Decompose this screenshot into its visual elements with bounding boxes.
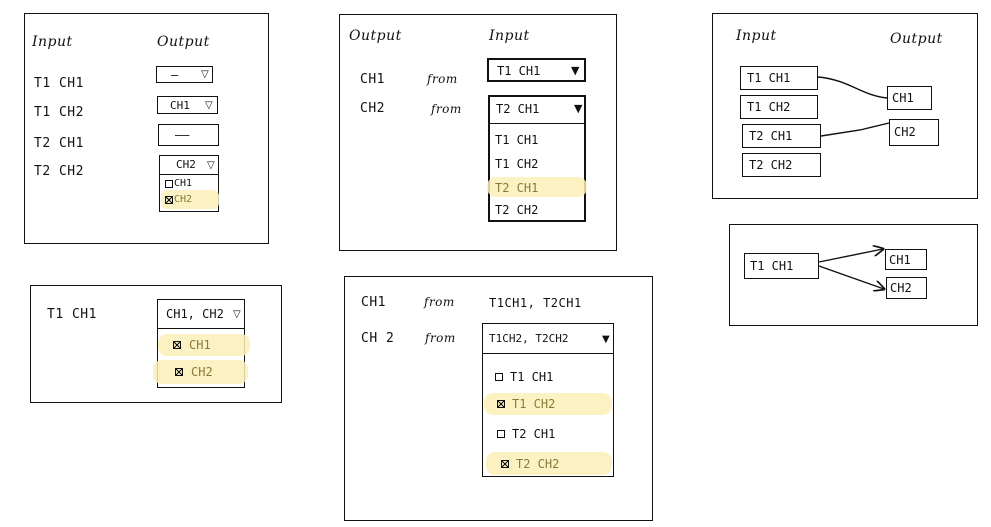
connector-line: [820, 122, 890, 137]
arrow-line: [818, 265, 884, 289]
arrow-line: [818, 249, 883, 263]
connector-line: [817, 76, 888, 99]
connectors: [817, 76, 890, 527]
